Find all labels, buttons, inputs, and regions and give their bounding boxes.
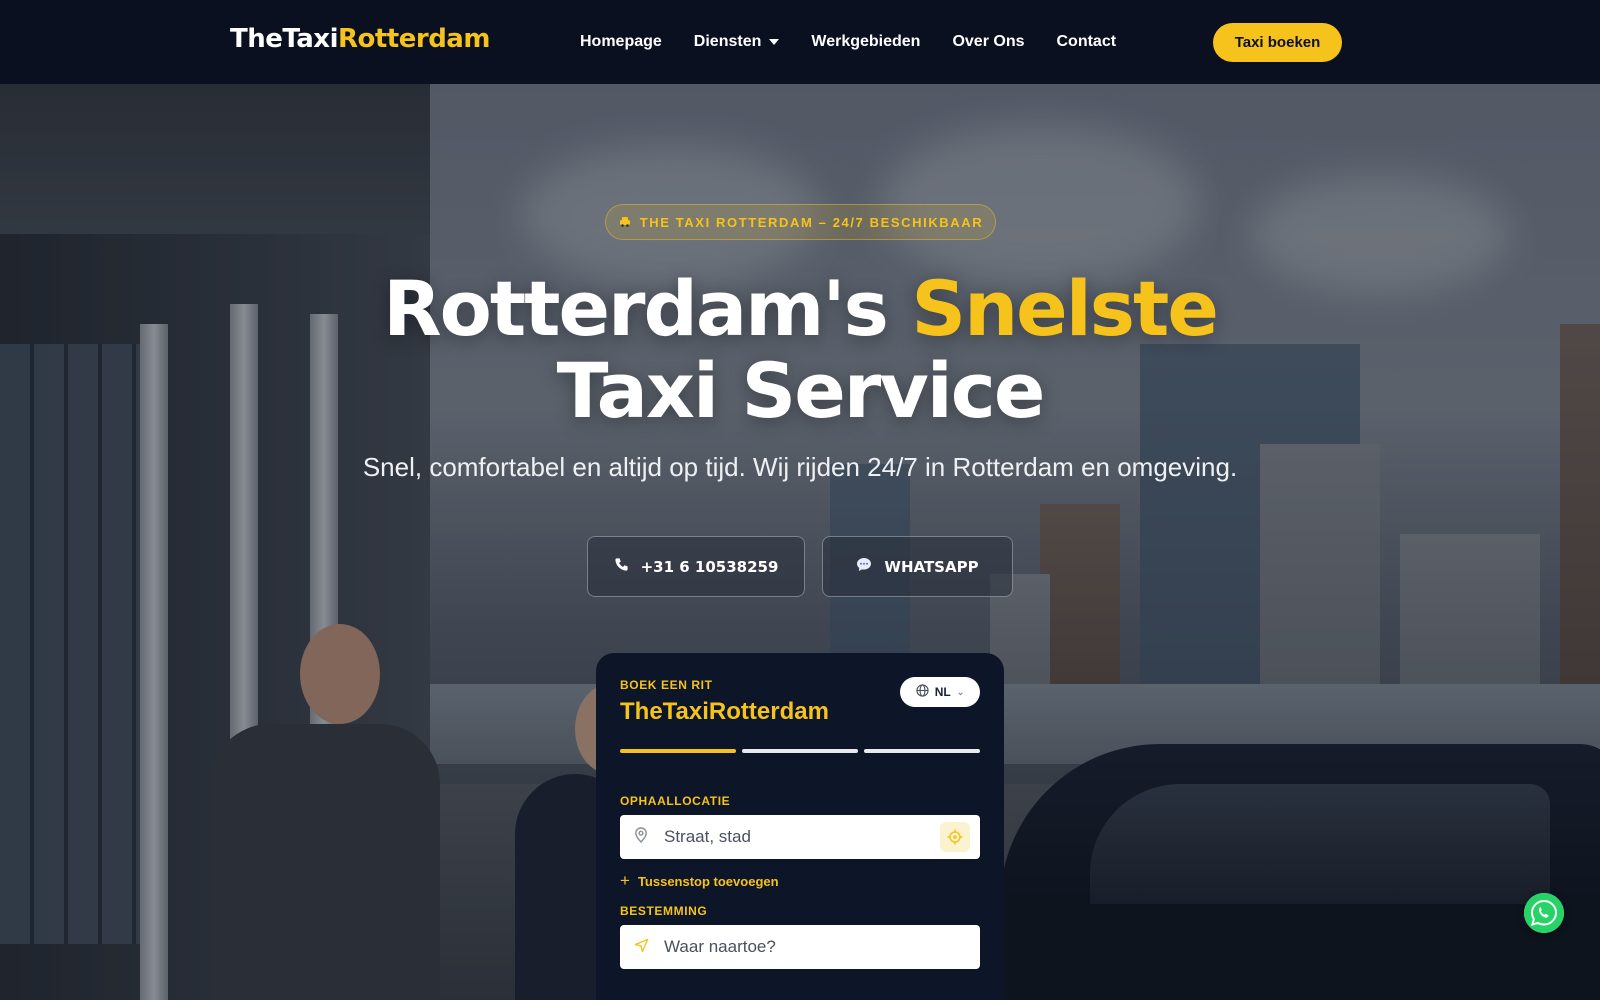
hero-subline: Snel, comfortabel en altijd op tijd. Wij… [362, 452, 1238, 482]
booking-kicker: BOEK EEN RIT [620, 678, 713, 692]
whatsapp-float-button[interactable] [1524, 893, 1564, 933]
call-phone-button[interactable]: +31 6 10538259 [587, 536, 805, 597]
book-taxi-button[interactable]: Taxi boeken [1213, 23, 1342, 62]
destination-field[interactable]: Waar naartoe? [620, 925, 980, 969]
add-stop-label: Tussenstop toevoegen [637, 873, 779, 889]
nav-link-contact[interactable]: Contact [1056, 33, 1116, 51]
chevron-down-icon [769, 39, 780, 45]
headline-line2: Taxi Service [556, 346, 1046, 435]
nav-link-diensten[interactable]: Diensten [694, 33, 780, 51]
phone-button-label: +31 6 10538259 [640, 557, 779, 576]
nav-link-label: Contact [1056, 33, 1117, 50]
language-code: NL [934, 685, 951, 699]
nav-link-homepage[interactable]: Homepage [580, 33, 662, 51]
taxi-icon [618, 214, 632, 231]
booking-title: TheTaxiRotterdam [620, 698, 829, 725]
booking-progress [620, 749, 980, 753]
logo-text-accent: Rotterdam [338, 24, 490, 54]
headline-part1: Rotterdam's [383, 264, 912, 353]
whatsapp-button-label: WHATSAPP [884, 557, 979, 576]
destination-label: BESTEMMING [620, 904, 708, 918]
destination-input[interactable]: Waar naartoe? [664, 937, 970, 957]
pickup-label: OPHAALLOCATIE [620, 794, 731, 808]
phone-icon [614, 557, 629, 576]
whatsapp-icon [1524, 893, 1564, 933]
badge-text: THE TAXI ROTTERDAM – 24/7 BESCHIKBAAR [639, 214, 984, 230]
progress-step [864, 749, 980, 753]
chat-bubble-icon [856, 557, 872, 576]
map-pin-icon [634, 827, 652, 847]
main-nav: Homepage Diensten Werkgebieden Over Ons … [580, 0, 1116, 84]
hero-headline: Rotterdam's Snelste Taxi Service [0, 268, 1600, 432]
navbar: TheTaxiRotterdam Homepage Diensten Werkg… [0, 0, 1600, 84]
add-stop-button[interactable]: + Tussenstop toevoegen [620, 871, 779, 891]
navigation-arrow-icon [634, 938, 652, 957]
logo-text-white: TheTaxi [230, 24, 339, 54]
nav-link-werkgebieden[interactable]: Werkgebieden [811, 33, 920, 51]
booking-card: BOEK EEN RIT TheTaxiRotterdam NL ⌄ OPHAA… [596, 653, 1004, 1000]
nav-link-over-ons[interactable]: Over Ons [952, 33, 1024, 51]
globe-icon [916, 684, 929, 700]
language-selector[interactable]: NL ⌄ [900, 677, 980, 707]
nav-link-label: Over Ons [952, 33, 1025, 50]
locate-me-button[interactable] [940, 822, 970, 852]
pickup-input[interactable]: Straat, stad [664, 827, 940, 847]
progress-step [620, 749, 736, 753]
site-logo[interactable]: TheTaxiRotterdam [230, 24, 490, 54]
crosshair-icon [947, 829, 963, 845]
plus-icon: + [620, 871, 630, 890]
nav-link-label: Werkgebieden [811, 33, 921, 50]
nav-link-label: Diensten [693, 33, 762, 50]
pickup-field[interactable]: Straat, stad [620, 815, 980, 859]
nav-link-label: Homepage [580, 33, 662, 50]
availability-badge: THE TAXI ROTTERDAM – 24/7 BESCHIKBAAR [605, 204, 996, 240]
progress-step [742, 749, 858, 753]
headline-accent: Snelste [911, 264, 1219, 353]
chevron-down-icon: ⌄ [956, 686, 965, 697]
whatsapp-button[interactable]: WHATSAPP [822, 536, 1013, 597]
